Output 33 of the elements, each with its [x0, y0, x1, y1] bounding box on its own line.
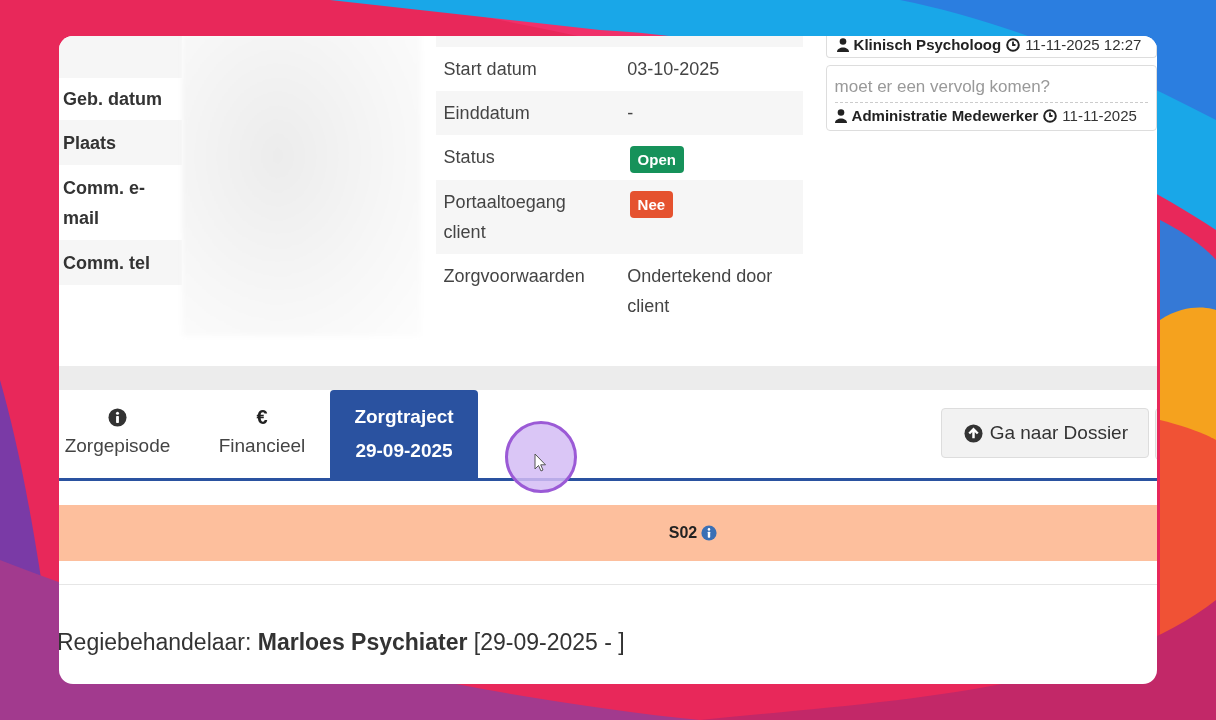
info-icon: [701, 525, 718, 541]
detail-label: Portaaltoegang client: [443, 191, 567, 244]
detail-value: Ondertekend door client: [627, 265, 774, 318]
note-time: 11-11-2025: [1062, 107, 1137, 124]
detail-value: 03-10-2025: [627, 58, 721, 81]
segment-code: S02: [668, 524, 698, 542]
clock-icon: [1006, 37, 1021, 52]
field-label: Geb. datum: [63, 88, 162, 111]
user-icon: [834, 108, 847, 123]
detail-label: Start datum: [443, 58, 538, 81]
status-badge: Open: [629, 146, 684, 173]
tab[interactable]: € Financieel: [195, 390, 329, 478]
field-label: Plaats: [63, 131, 117, 155]
field-label: Comm. e-mail: [63, 176, 146, 230]
regiebehandelaar-text: Regiebehandelaar: Marloes Psychiater [29-09-2025 - ]: [59, 629, 626, 656]
note-author: Administratie Medewerker: [851, 107, 1039, 124]
dossier-button[interactable]: Ga naar Dossier: [940, 408, 1149, 458]
clock-icon: [1043, 108, 1058, 123]
field-label: Comm. tel: [63, 251, 150, 275]
info-icon: [108, 407, 127, 427]
detail-label: Status: [443, 146, 496, 169]
tab[interactable]: Zorgtraject 29-09-2025: [330, 390, 478, 478]
user-icon: [836, 37, 849, 52]
note-text: moet er een vervolg komen?: [834, 74, 1148, 103]
detail-label: Zorgvoorwaarden: [443, 265, 586, 288]
arrow-up-circle-icon: [963, 423, 983, 443]
status-badge: Nee: [629, 191, 674, 218]
note-author: Klinisch Psycholoog: [853, 36, 1002, 53]
detail-value: -: [627, 102, 635, 125]
tab[interactable]: Zorgepisode: [59, 390, 176, 478]
detail-label: Einddatum: [443, 102, 531, 125]
note-time: 11-11-2025 12:27: [1025, 36, 1142, 53]
pointer-icon: [534, 453, 548, 473]
